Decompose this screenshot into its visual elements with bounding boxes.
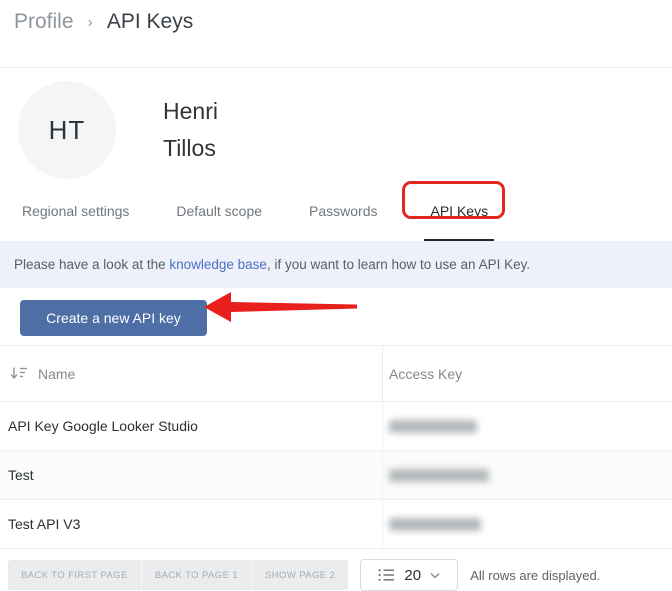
avatar-initials: HT xyxy=(49,115,86,146)
breadcrumb-api-keys: API Keys xyxy=(107,10,193,34)
back-to-first-page-button[interactable]: BACK TO FIRST PAGE xyxy=(8,560,141,590)
banner-text-after: , if you want to learn how to use an API… xyxy=(267,257,530,272)
cell-name: Test API V3 xyxy=(0,500,383,548)
banner-text-before: Please have a look at the xyxy=(14,257,169,272)
tab-passwords[interactable]: Passwords xyxy=(309,203,377,241)
list-icon xyxy=(378,568,395,582)
pagination-button-group: BACK TO FIRST PAGE BACK TO PAGE 1 SHOW P… xyxy=(8,560,348,590)
access-key-masked xyxy=(389,518,481,531)
info-banner: Please have a look at the knowledge base… xyxy=(0,241,672,288)
table-row[interactable]: Test xyxy=(0,451,672,500)
cell-name: API Key Google Looker Studio xyxy=(0,402,383,450)
column-header-access-key: Access Key xyxy=(383,366,672,382)
profile-tabs: Regional settings Default scope Password… xyxy=(0,179,672,241)
user-name: Henri Tillos xyxy=(163,93,218,167)
create-api-key-button[interactable]: Create a new API key xyxy=(20,300,207,336)
show-page-2-button[interactable]: SHOW PAGE 2 xyxy=(251,560,348,590)
column-header-name: Name xyxy=(0,346,383,401)
page-size-dropdown[interactable]: 20 xyxy=(360,559,458,591)
avatar: HT xyxy=(18,81,116,179)
tab-api-keys[interactable]: API Keys xyxy=(424,203,494,241)
access-key-masked xyxy=(389,420,477,433)
table-header-row: Name Access Key xyxy=(0,346,672,402)
chevron-down-icon xyxy=(430,572,440,579)
rows-displayed-status: All rows are displayed. xyxy=(470,568,600,583)
column-label-access-key: Access Key xyxy=(389,366,462,382)
api-keys-table: Name Access Key API Key Google Looker St… xyxy=(0,345,672,549)
page-size-value: 20 xyxy=(404,567,421,584)
cell-access-key xyxy=(383,518,672,531)
sort-icon[interactable] xyxy=(10,366,28,381)
profile-header: HT Henri Tillos xyxy=(0,68,672,179)
cell-access-key xyxy=(383,469,672,482)
breadcrumb-profile[interactable]: Profile xyxy=(14,10,74,34)
pagination-footer: BACK TO FIRST PAGE BACK TO PAGE 1 SHOW P… xyxy=(0,559,672,591)
breadcrumb: Profile › API Keys xyxy=(0,0,672,68)
knowledge-base-link[interactable]: knowledge base xyxy=(169,257,267,272)
user-first-name: Henri xyxy=(163,93,218,130)
user-last-name: Tillos xyxy=(163,130,218,167)
cell-access-key xyxy=(383,420,672,433)
table-row[interactable]: Test API V3 xyxy=(0,500,672,549)
access-key-masked xyxy=(389,469,489,482)
action-row: Create a new API key xyxy=(0,288,672,345)
cell-name: Test xyxy=(0,451,383,499)
table-row[interactable]: API Key Google Looker Studio xyxy=(0,402,672,451)
tab-regional-settings[interactable]: Regional settings xyxy=(22,203,129,241)
column-label-name[interactable]: Name xyxy=(38,366,75,382)
tab-default-scope[interactable]: Default scope xyxy=(176,203,262,241)
breadcrumb-separator-icon: › xyxy=(88,10,93,32)
back-to-page-1-button[interactable]: BACK TO PAGE 1 xyxy=(141,560,251,590)
